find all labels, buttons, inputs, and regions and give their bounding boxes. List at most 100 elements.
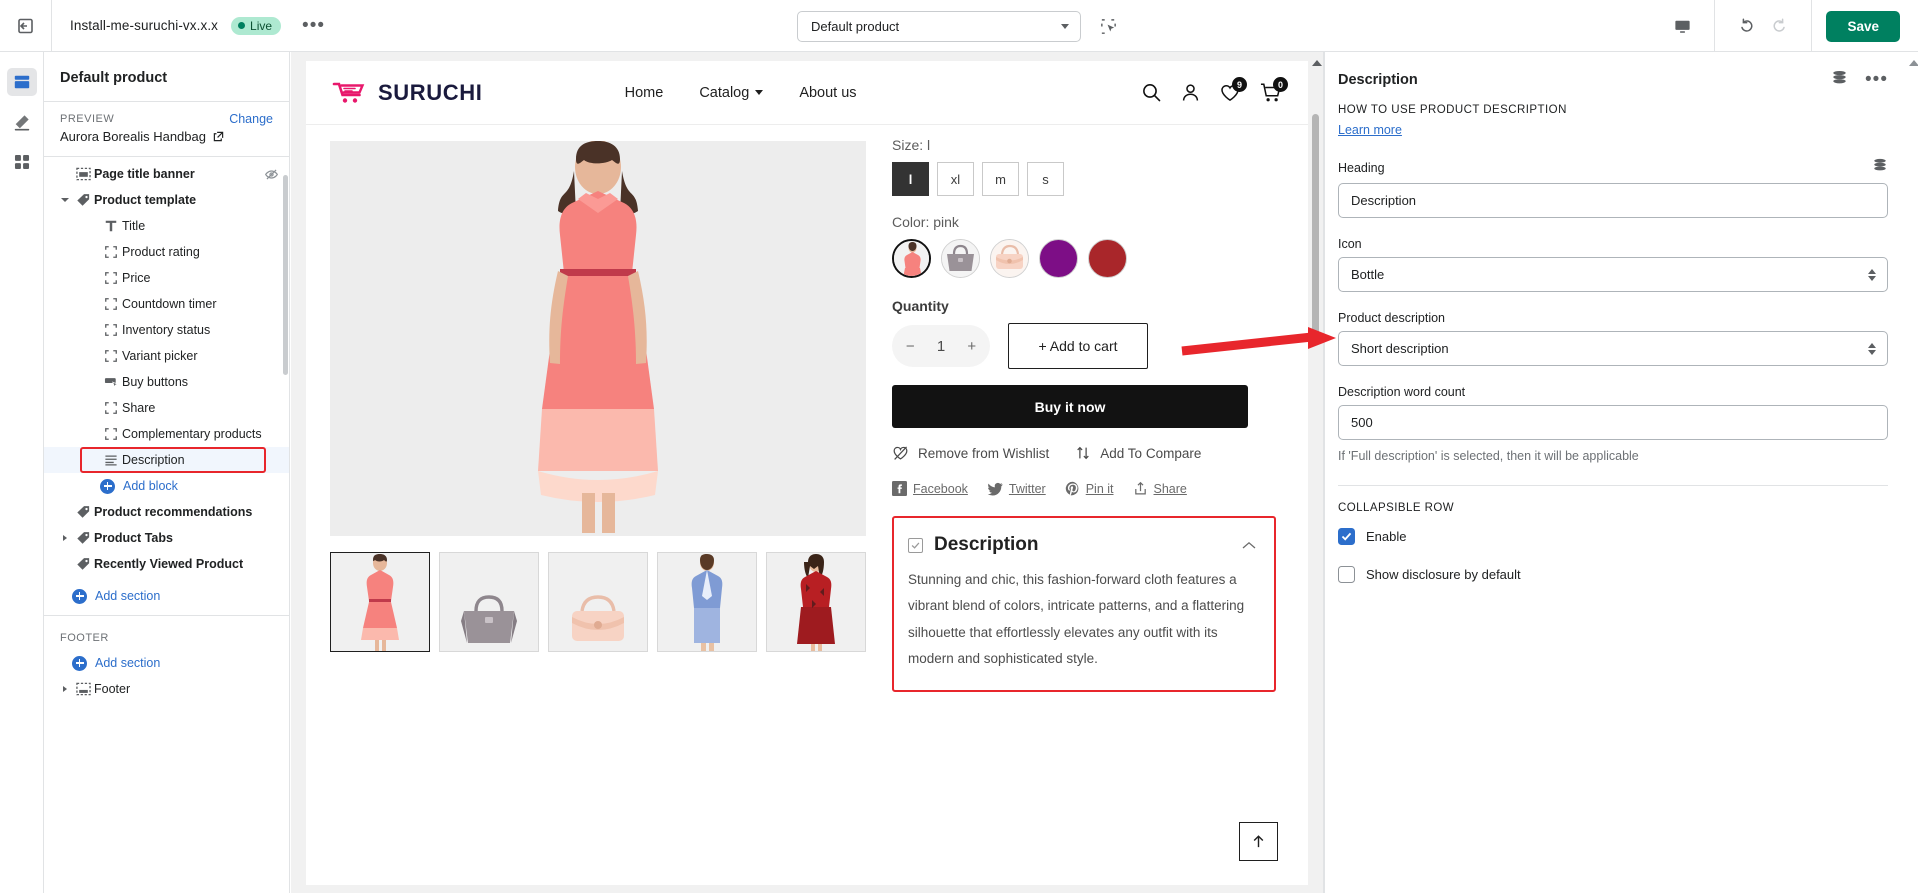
nav-item-about-us[interactable]: About us — [799, 85, 856, 101]
settings-divider — [1338, 485, 1888, 486]
rail-apps-button[interactable] — [7, 148, 37, 176]
sidebar-item-countdown-timer[interactable]: Countdown timer — [44, 291, 289, 317]
tree-disclosure-toggle[interactable] — [58, 535, 72, 541]
settings-scrollbar[interactable] — [1909, 60, 1916, 66]
sidebar-footer-add-section-button[interactable]: Add section — [44, 650, 289, 676]
undo-button[interactable] — [1731, 11, 1763, 41]
sidebar-item-buy-buttons[interactable]: Buy buttons — [44, 369, 289, 395]
heading-input[interactable] — [1338, 183, 1888, 218]
preview-scrollbar[interactable] — [1312, 60, 1319, 790]
dynamic-source-icon[interactable] — [1831, 70, 1848, 90]
icon-field: Icon Bottle — [1338, 237, 1888, 292]
size-option-l[interactable]: l — [892, 162, 929, 196]
sidebar-item-label: Inventory status — [122, 323, 210, 337]
nav-item-home[interactable]: Home — [625, 85, 664, 101]
thumb-peach-bag[interactable] — [548, 552, 648, 652]
add-to-compare-button[interactable]: Add To Compare — [1075, 445, 1201, 461]
sidebar-item-description[interactable]: Description — [44, 447, 289, 473]
inspect-element-button[interactable] — [1095, 13, 1121, 39]
topbar-left-group: Install-me-suruchi-vx.x.x Live ••• — [52, 17, 333, 35]
sidebar-item-product-template[interactable]: Product template — [44, 187, 289, 213]
swatch-dark-red[interactable] — [1088, 239, 1127, 278]
sidebar-item-footer[interactable]: Footer — [44, 676, 289, 702]
heading-dynamic-source-icon[interactable] — [1872, 158, 1888, 177]
nav-item-catalog[interactable]: Catalog — [699, 85, 763, 101]
eye-off-icon[interactable] — [264, 167, 279, 182]
sidebar-item-share[interactable]: Share — [44, 395, 289, 421]
desktop-preview-button[interactable] — [1666, 11, 1698, 41]
thumb-red-dress[interactable] — [766, 552, 866, 652]
quantity-increase-button[interactable]: + — [962, 338, 982, 355]
word-count-input[interactable] — [1338, 405, 1888, 440]
external-link-icon[interactable] — [213, 131, 224, 142]
share-facebook-button[interactable]: Facebook — [892, 481, 968, 496]
sidebar-item-complementary-products[interactable]: Complementary products — [44, 421, 289, 447]
enable-checkbox[interactable] — [1338, 528, 1355, 545]
learn-more-link[interactable]: Learn more — [1338, 123, 1402, 137]
thumb-grey-handbag[interactable] — [439, 552, 539, 652]
add-to-cart-button[interactable]: + Add to cart — [1008, 323, 1148, 369]
sidebar-item-product-tabs[interactable]: Product Tabs — [44, 525, 289, 551]
redo-button[interactable] — [1763, 11, 1795, 41]
product-detail-page: Size: l l xl m s Color: pink — [306, 125, 1308, 692]
thumb-pink-dress[interactable] — [330, 552, 430, 652]
sidebar-add-block-button[interactable]: Add block — [44, 473, 289, 499]
sidebar-add-section-button[interactable]: Add section — [44, 583, 289, 609]
quantity-and-cart-row: − 1 + + Add to cart — [892, 323, 1286, 369]
exit-editor-button[interactable] — [0, 0, 52, 51]
account-icon[interactable] — [1180, 82, 1201, 103]
sidebar-item-price[interactable]: Price — [44, 265, 289, 291]
sidebar-item-product-rating[interactable]: Product rating — [44, 239, 289, 265]
swatch-grey-handbag[interactable] — [941, 239, 980, 278]
enable-checkbox-row[interactable]: Enable — [1338, 528, 1888, 545]
sidebar-item-recently-viewed-product[interactable]: Recently Viewed Product — [44, 551, 289, 577]
chevron-up-icon[interactable] — [1242, 538, 1256, 553]
store-logo[interactable]: SURUCHI — [332, 78, 482, 108]
search-icon[interactable] — [1141, 82, 1162, 103]
tree-disclosure-toggle[interactable] — [58, 198, 72, 202]
size-option-xl[interactable]: xl — [937, 162, 974, 196]
show-disclosure-checkbox[interactable] — [1338, 566, 1355, 583]
thumb-blue-suit[interactable] — [657, 552, 757, 652]
wishlist-heart-icon[interactable]: 9 — [1219, 82, 1241, 103]
product-template-selector[interactable]: Default product — [797, 11, 1081, 42]
product-main-image[interactable] — [330, 141, 866, 536]
rail-theme-settings-button[interactable] — [7, 108, 37, 136]
theme-more-menu-button[interactable]: ••• — [294, 21, 333, 31]
sidebar-item-variant-picker[interactable]: Variant picker — [44, 343, 289, 369]
tree-disclosure-toggle[interactable] — [58, 686, 72, 692]
scroll-to-top-button[interactable] — [1239, 822, 1278, 861]
quantity-decrease-button[interactable]: − — [900, 338, 920, 355]
remove-from-wishlist-button[interactable]: Remove from Wishlist — [892, 445, 1049, 461]
show-disclosure-checkbox-row[interactable]: Show disclosure by default — [1338, 566, 1888, 583]
sidebar-item-page-title-banner[interactable]: Page title banner — [44, 161, 289, 187]
product-description-select[interactable]: Short description — [1338, 331, 1888, 366]
change-preview-button[interactable]: Change — [229, 112, 273, 126]
buy-it-now-button[interactable]: Buy it now — [892, 385, 1248, 428]
share-twitter-button[interactable]: Twitter — [987, 482, 1046, 496]
preview-scroll-thumb[interactable] — [1312, 114, 1319, 344]
swatch-pink-dress[interactable] — [892, 239, 931, 278]
quantity-stepper[interactable]: − 1 + — [892, 325, 990, 367]
save-button[interactable]: Save — [1826, 11, 1900, 42]
rail-sections-button[interactable] — [7, 68, 37, 96]
sidebar-item-inventory-status[interactable]: Inventory status — [44, 317, 289, 343]
settings-more-menu-button[interactable]: ••• — [1865, 75, 1888, 85]
description-header[interactable]: Description — [908, 534, 1256, 556]
swatch-peach-bag[interactable] — [990, 239, 1029, 278]
description-bottle-icon — [908, 538, 923, 553]
share-generic-button[interactable]: Share — [1133, 481, 1187, 496]
size-option-m[interactable]: m — [982, 162, 1019, 196]
sidebar-item-product-recommendations[interactable]: Product recommendations — [44, 499, 289, 525]
block-settings-panel: Description ••• HOW TO USE PRODUCT DESCR… — [1323, 52, 1918, 893]
list-icon — [100, 454, 122, 467]
swatch-purple[interactable] — [1039, 239, 1078, 278]
sidebar-item-title[interactable]: Title — [44, 213, 289, 239]
share-pinterest-button[interactable]: Pin it — [1065, 481, 1114, 496]
icon-select[interactable]: Bottle — [1338, 257, 1888, 292]
size-option-s[interactable]: s — [1027, 162, 1064, 196]
cart-icon[interactable]: 0 — [1259, 82, 1282, 103]
description-collapsible-row[interactable]: Description Stunning and chic, this fash… — [892, 516, 1276, 692]
sidebar-item-label: Product template — [94, 193, 196, 207]
topbar-center-group: Default product — [797, 0, 1121, 52]
